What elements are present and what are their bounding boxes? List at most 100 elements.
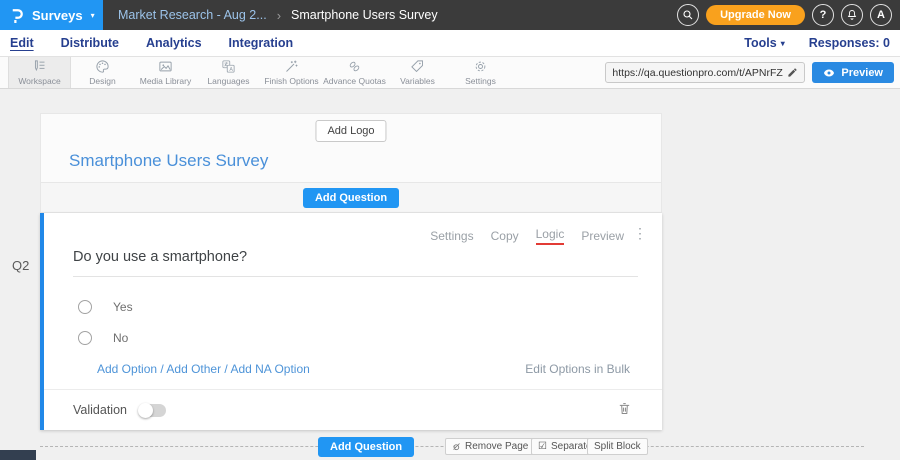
answer-option-label[interactable]: Yes xyxy=(113,300,133,314)
survey-header-card: Add Logo Smartphone Users Survey xyxy=(40,113,662,183)
trash-icon xyxy=(617,400,632,417)
chevron-down-icon: ▾ xyxy=(91,11,95,20)
question-tab-settings[interactable]: Settings xyxy=(430,229,473,243)
question-more-menu[interactable]: ⋮ xyxy=(633,226,647,240)
tag-icon xyxy=(410,59,425,74)
breadcrumb-folder[interactable]: Market Research - Aug 2... xyxy=(118,8,267,22)
add-logo-button[interactable]: Add Logo xyxy=(315,120,386,142)
tool-languages[interactable]: A Languages xyxy=(197,57,260,88)
product-name: Surveys xyxy=(32,8,83,23)
tool-label: Variables xyxy=(400,76,435,86)
nav-tabs: Edit Distribute Analytics Integration xyxy=(0,36,293,50)
survey-url-input[interactable] xyxy=(612,67,783,79)
translate-icon: A xyxy=(221,59,236,74)
answer-option-label[interactable]: No xyxy=(113,331,128,345)
preview-label: Preview xyxy=(841,67,883,79)
toolbar-right: Preview xyxy=(605,57,900,88)
add-question-button-top[interactable]: Add Question xyxy=(303,188,399,208)
bell-icon xyxy=(846,9,858,21)
product-menu[interactable]: Surveys ▾ xyxy=(0,0,103,30)
chain-link-icon xyxy=(347,59,362,74)
chevron-down-icon: ▾ xyxy=(781,39,785,48)
palette-icon xyxy=(95,59,110,74)
responses-count[interactable]: Responses: 0 xyxy=(809,36,890,50)
breadcrumb-survey-title: Smartphone Users Survey xyxy=(291,8,438,22)
tool-label: Advance Quotas xyxy=(323,76,386,86)
question-tabs: Settings Copy Logic Preview xyxy=(430,227,624,245)
question-tab-logic[interactable]: Logic xyxy=(536,227,565,245)
link-separator: / xyxy=(157,362,166,376)
avatar[interactable]: A xyxy=(870,4,892,26)
tool-media-library[interactable]: Media Library xyxy=(134,57,197,88)
question-tab-copy[interactable]: Copy xyxy=(491,229,519,243)
tool-label: Design xyxy=(89,76,115,86)
validation-label: Validation xyxy=(73,403,127,417)
delete-question-button[interactable] xyxy=(617,400,632,422)
survey-title[interactable]: Smartphone Users Survey xyxy=(69,151,268,171)
nav-tab-analytics[interactable]: Analytics xyxy=(146,36,202,50)
tool-settings[interactable]: Settings xyxy=(449,57,512,88)
tool-finish-options[interactable]: Finish Options xyxy=(260,57,323,88)
tool-workspace[interactable]: Workspace xyxy=(8,57,71,88)
nav-tab-edit[interactable]: Edit xyxy=(10,36,34,50)
bottom-left-widget xyxy=(0,450,36,460)
tool-label: Finish Options xyxy=(264,76,318,86)
add-question-button-bottom[interactable]: Add Question xyxy=(318,437,414,457)
survey-editor-screen: Surveys ▾ Market Research - Aug 2... › S… xyxy=(0,0,900,460)
tool-advance-quotas[interactable]: Advance Quotas xyxy=(323,57,386,88)
question-card: Settings Copy Logic Preview ⋮ Do you use… xyxy=(40,213,662,430)
radio-icon[interactable] xyxy=(78,300,92,314)
edit-url-pencil-icon[interactable] xyxy=(787,67,798,78)
checkbox-icon: ☑ xyxy=(538,442,547,452)
gear-icon xyxy=(473,59,488,74)
preview-button[interactable]: Preview xyxy=(812,62,894,83)
tools-menu[interactable]: Tools ▾ xyxy=(744,36,784,50)
tool-label: Languages xyxy=(207,76,249,86)
search-icon xyxy=(682,9,694,21)
question-text[interactable]: Do you use a smartphone? xyxy=(73,249,638,277)
breadcrumb-chevron-icon: › xyxy=(277,8,281,23)
tool-label: Settings xyxy=(465,76,496,86)
answer-option-row[interactable]: Yes xyxy=(78,300,133,314)
top-bar: Surveys ▾ Market Research - Aug 2... › S… xyxy=(0,0,900,30)
option-links: Add Option / Add Other / Add NA Option xyxy=(97,362,310,376)
footer-add-question: Add Question xyxy=(318,437,414,457)
chip-label: Split Block xyxy=(594,441,641,452)
main-nav: Edit Distribute Analytics Integration To… xyxy=(0,30,900,57)
add-other-link[interactable]: Add Other xyxy=(166,362,221,376)
topbar-actions: Upgrade Now ? A xyxy=(677,4,900,26)
notifications-button[interactable] xyxy=(841,4,863,26)
add-question-strip: Add Question xyxy=(40,183,662,213)
tool-design[interactable]: Design xyxy=(71,57,134,88)
eye-icon xyxy=(823,67,835,79)
help-button[interactable]: ? xyxy=(812,4,834,26)
nav-tab-integration[interactable]: Integration xyxy=(229,36,294,50)
question-number: Q2 xyxy=(12,258,29,273)
tools-label: Tools xyxy=(744,36,776,50)
tool-label: Media Library xyxy=(140,76,192,86)
validation-row: Validation xyxy=(73,403,166,417)
answer-option-row[interactable]: No xyxy=(78,331,128,345)
image-icon xyxy=(158,59,173,74)
question-divider xyxy=(44,389,662,390)
breadcrumb: Market Research - Aug 2... › Smartphone … xyxy=(118,8,438,23)
upgrade-now-button[interactable]: Upgrade Now xyxy=(706,5,805,25)
nav-right: Tools ▾ Responses: 0 xyxy=(744,36,900,50)
nav-tab-distribute[interactable]: Distribute xyxy=(61,36,119,50)
split-block-button[interactable]: Split Block xyxy=(587,438,648,455)
workspace-icon xyxy=(32,59,47,74)
edit-options-in-bulk-link[interactable]: Edit Options in Bulk xyxy=(525,362,630,376)
question-tab-preview[interactable]: Preview xyxy=(581,229,624,243)
add-option-link[interactable]: Add Option xyxy=(97,362,157,376)
toggle-knob xyxy=(138,403,153,418)
radio-icon[interactable] xyxy=(78,331,92,345)
svg-text:A: A xyxy=(229,67,233,73)
editor-toolbar: Workspace Design Media Library A Languag… xyxy=(0,57,900,89)
tool-label: Workspace xyxy=(18,76,60,86)
tool-variables[interactable]: Variables xyxy=(386,57,449,88)
survey-url-box xyxy=(605,62,805,83)
questionpro-logo-icon xyxy=(9,7,24,24)
add-na-option-link[interactable]: Add NA Option xyxy=(230,362,309,376)
search-button[interactable] xyxy=(677,4,699,26)
validation-toggle[interactable] xyxy=(139,404,166,417)
